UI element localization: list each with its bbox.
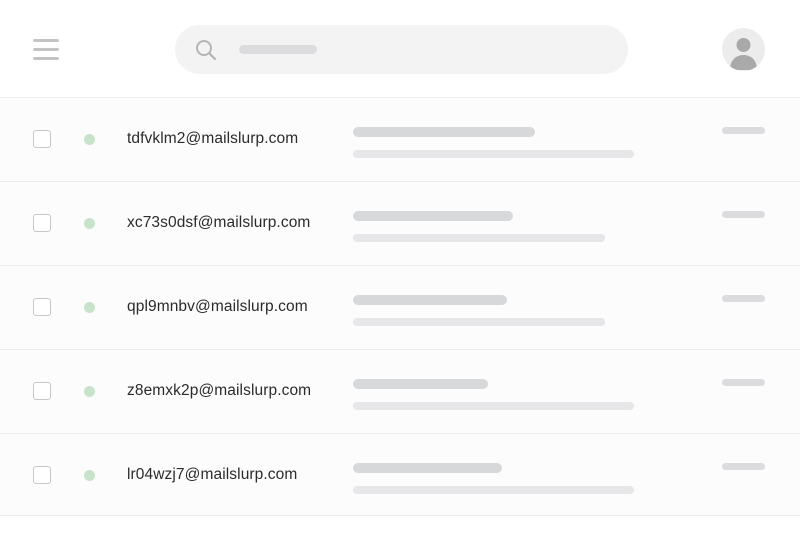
status-dot [84,470,95,481]
list-item[interactable]: xc73s0dsf@mailslurp.com [0,182,800,266]
inbox-app: tdfvklm2@mailslurp.com xc73s0dsf@mailslu… [0,0,800,541]
search-icon [196,40,217,61]
status-dot [84,218,95,229]
list-item[interactable]: tdfvklm2@mailslurp.com [0,98,800,182]
bottom-edge [0,532,800,541]
status-dot [84,386,95,397]
top-bar [0,0,800,98]
subject-skeleton [353,211,513,221]
search-placeholder-skeleton [239,45,317,54]
date-skeleton [722,127,765,134]
date-skeleton [722,379,765,386]
status-dot [84,302,95,313]
hamburger-menu-icon[interactable] [33,37,59,62]
subject-skeleton [353,379,488,389]
row-checkbox[interactable] [33,130,51,148]
preview-skeleton [353,486,634,494]
search-bar[interactable] [175,25,628,74]
list-item[interactable]: z8emxk2p@mailslurp.com [0,350,800,434]
subject-skeleton [353,295,507,305]
subject-skeleton [353,127,535,137]
email-address: tdfvklm2@mailslurp.com [127,130,299,147]
preview-skeleton [353,234,605,242]
list-item[interactable]: lr04wzj7@mailslurp.com [0,434,800,516]
row-checkbox[interactable] [33,298,51,316]
email-address: lr04wzj7@mailslurp.com [127,466,298,483]
status-dot [84,134,95,145]
email-address: xc73s0dsf@mailslurp.com [127,214,311,231]
row-checkbox[interactable] [33,214,51,232]
date-skeleton [722,295,765,302]
row-checkbox[interactable] [33,466,51,484]
row-checkbox[interactable] [33,382,51,400]
date-skeleton [722,463,765,470]
preview-skeleton [353,318,605,326]
inbox-list: tdfvklm2@mailslurp.com xc73s0dsf@mailslu… [0,98,800,516]
list-item[interactable]: qpl9mnbv@mailslurp.com [0,266,800,350]
preview-skeleton [353,402,634,410]
email-address: qpl9mnbv@mailslurp.com [127,298,308,315]
subject-skeleton [353,463,502,473]
email-address: z8emxk2p@mailslurp.com [127,382,312,399]
user-avatar-icon[interactable] [722,28,765,71]
date-skeleton [722,211,765,218]
preview-skeleton [353,150,634,158]
